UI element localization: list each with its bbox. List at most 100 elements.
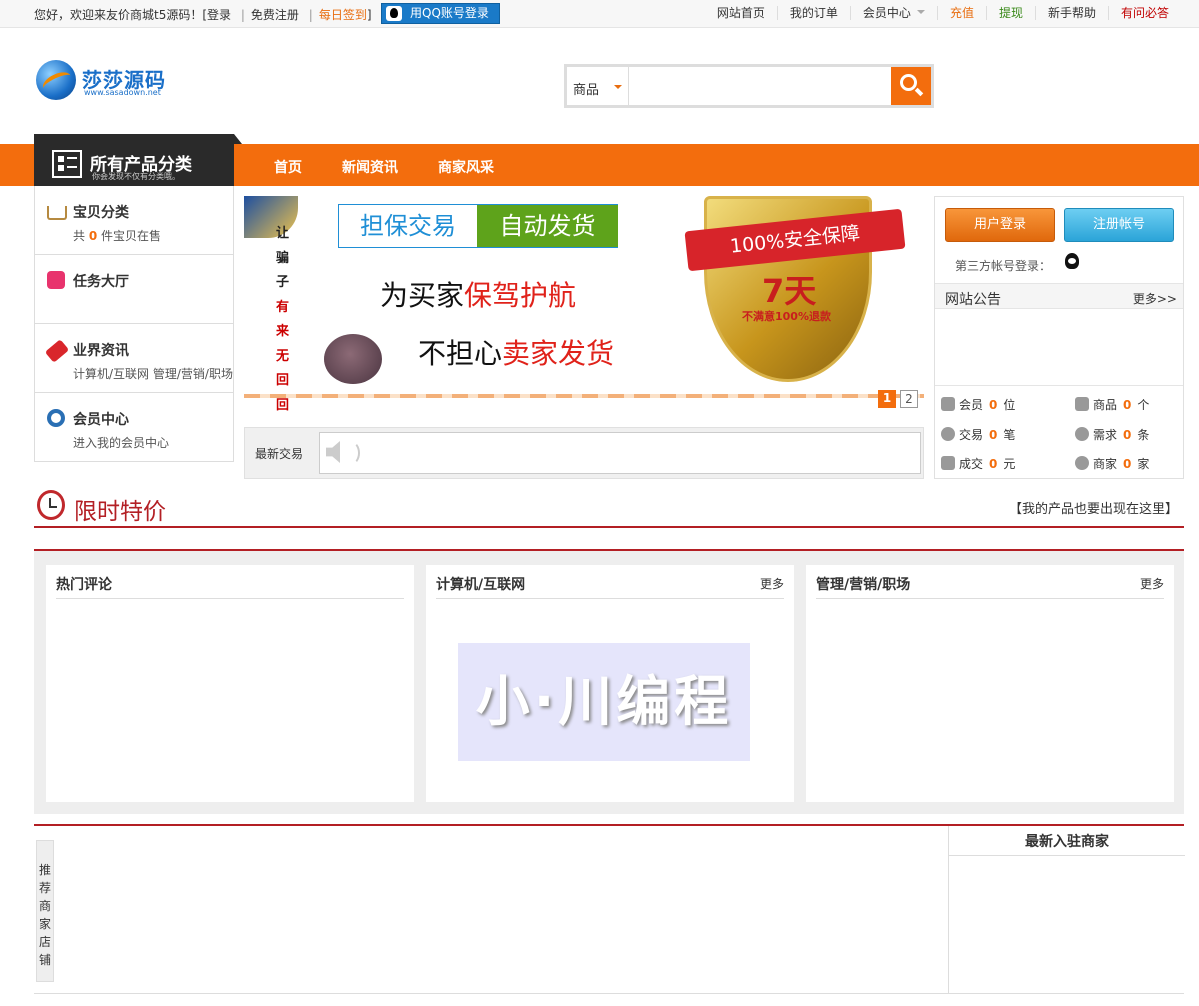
site-logo[interactable]: 莎莎源码 www.sasadown.net [36,58,166,102]
sidebar-item-categories[interactable]: 宝贝分类 共 0 件宝贝在售 [35,186,233,255]
all-categories-button[interactable]: 所有产品分类 你会发现不仅有分类哦。 [34,134,242,186]
user-login-button[interactable]: 用户登录 [945,208,1055,242]
top-link-orders[interactable]: 我的订单 [776,6,850,20]
sidebar-item-desc: 共 0 件宝贝在售 [73,228,233,244]
top-link-home[interactable]: 网站首页 [705,6,777,20]
alarm-clock-icon [37,490,65,520]
panel-more-link[interactable]: 更多 [760,575,784,592]
panel-hot-comments: 热门评论 [46,565,414,802]
stat-value: 0 [1123,428,1132,442]
checkin-link[interactable]: 每日签到 [319,8,367,22]
nav-link-home[interactable]: 首页 [274,160,302,176]
user-icon [941,397,955,411]
slogan-1: 为买家保驾护航 [380,274,576,314]
slogan-2-a: 不担心 [418,337,503,370]
promo-link[interactable]: 【我的产品也要出现在这里】 [1009,498,1178,517]
panel-header: 计算机/互联网 更多 [436,565,784,599]
qq-login-button[interactable]: 用QQ账号登录 [381,3,500,24]
product-count: 0 [88,229,98,243]
deal-text-guarantee: 担保交易 [360,212,456,240]
category-sidebar: 宝贝分类 共 0 件宝贝在售 任务大厅 业界资讯 计算机/互联网 管理/营销/职… [34,186,234,462]
tag-icon [44,339,70,363]
qq-login-label: 用QQ账号登录 [410,6,489,20]
stat-value: 0 [1123,457,1132,471]
recommended-shops-tab[interactable]: 推荐商家店铺 [36,840,54,982]
search-bar: 商品 [564,64,934,108]
stat-label: 商品 [1093,398,1118,412]
bag-icon [47,271,65,289]
notice-title: 网站公告 [945,292,1001,308]
stat-members: 会员 0 位 [941,396,1015,413]
nav-link-news[interactable]: 新闻资讯 [342,160,398,176]
register-link[interactable]: 免费注册 [251,8,299,22]
deal-text-auto-delivery: 自动发货 [477,205,618,247]
qq-icon[interactable] [1065,253,1079,269]
latest-trades-ticker [319,432,921,474]
sidebar-item-member-center[interactable]: 会员中心 进入我的会员中心 [35,393,233,462]
desc-pre: 共 [73,229,86,243]
stat-label: 商家 [1093,457,1118,471]
stat-deals: 成交 0 元 [941,455,1015,472]
stat-unit: 位 [1003,398,1016,412]
stat-unit: 笔 [1003,428,1016,442]
slogan-1-b: 保驾护航 [464,279,577,312]
limited-sale-title: 限时特价 [74,499,166,525]
banner-page-2[interactable]: 2 [900,390,918,408]
banner-page-1[interactable]: 1 [878,390,896,408]
login-link[interactable]: 登录 [207,8,231,22]
notice-more-link[interactable]: 更多>> [1133,290,1177,307]
all-categories-sub: 你会发现不仅有分类哦。 [92,172,180,181]
stat-value: 0 [989,428,998,442]
cart-icon [47,206,67,220]
notice-header: 网站公告 更多>> [935,283,1183,309]
banner-vertical-text: 让骗子有来无回回 [276,222,290,412]
search-category-select[interactable]: 商品 [567,67,629,105]
sidebar-item-title: 会员中心 [73,412,129,428]
stat-label: 会员 [959,398,984,412]
bracket: ] [366,8,372,22]
stat-merchants: 商家 0 家 [1075,455,1149,472]
search-icon [900,74,917,91]
search-input[interactable] [631,67,891,105]
stat-unit: 元 [1003,457,1016,471]
search-category-label: 商品 [573,83,600,98]
top-link-help[interactable]: 新手帮助 [1034,6,1108,20]
panel-title: 计算机/互联网 [436,577,526,593]
panel-more-link[interactable]: 更多 [1140,575,1164,592]
refund-days: 7天 [762,272,817,310]
top-link-member[interactable]: 会员中心 [849,6,937,20]
top-link-withdraw[interactable]: 提现 [985,6,1035,20]
speaker-icon [326,441,340,463]
top-bar: 您好，欢迎来友价商城t5源码！[登录 | 免费注册 | 每日签到] 用QQ账号登录 … [0,0,1199,28]
top-link-qa[interactable]: 有问必答 [1107,6,1181,20]
search-icon-handle [914,87,924,97]
sidebar-item-desc: 计算机/互联网 管理/营销/职场 [73,367,233,381]
panel-title: 管理/营销/职场 [816,577,911,593]
search-button[interactable] [891,67,931,105]
promo-banner[interactable]: 让骗子有来无回回 担保交易 自动发货 为买家保驾护航 不担心卖家发货 100%安… [244,196,924,412]
desc-post: 件宝贝在售 [101,229,162,243]
slogan-2-b: 卖家发货 [502,337,615,370]
globe-icon [1075,456,1089,470]
gear-icon [47,409,65,427]
panel-header: 热门评论 [56,565,404,599]
nav-link-merchants[interactable]: 商家风采 [438,160,494,176]
stat-products: 商品 0 个 [1075,396,1149,413]
slogan-2: 不担心卖家发货 [418,332,614,372]
stat-trades: 交易 0 笔 [941,426,1015,443]
refund-text: 不满意100%退款 [742,310,831,323]
account-panel: 用户登录 注册帐号 第三方帐号登录： 网站公告 更多>> 会员 0 位 商品 0 个 交… [934,196,1184,479]
vertical-text-black: 让骗子 [276,226,290,290]
bar-chart-icon [941,456,955,470]
top-link-recharge[interactable]: 充值 [936,6,986,20]
chevron-down-icon [916,10,925,18]
separator: | [308,8,313,22]
link-icon [941,427,955,441]
sidebar-item-industry-news[interactable]: 业界资讯 计算机/互联网 管理/营销/职场 [35,324,233,393]
sidebar-item-tasks[interactable]: 任务大厅 [35,255,233,324]
stat-label: 需求 [1093,428,1118,442]
panel-title: 热门评论 [56,577,112,593]
greeting-text: 您好，欢迎来友价商城t5源码！[ [34,8,208,22]
stat-label: 交易 [959,428,984,442]
register-account-button[interactable]: 注册帐号 [1064,208,1174,242]
